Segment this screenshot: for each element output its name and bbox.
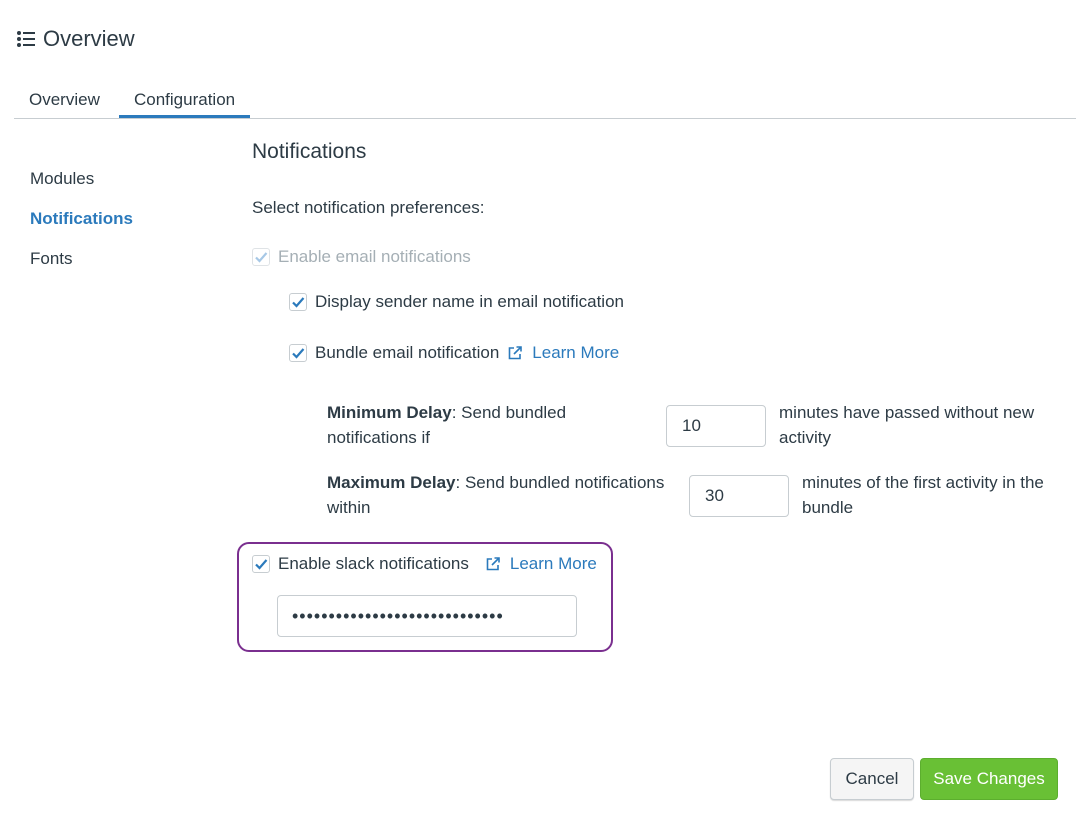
check-icon — [292, 297, 305, 308]
sender-name-label: Display sender name in email notificatio… — [315, 292, 624, 311]
nav-item-fonts[interactable]: Fonts — [30, 246, 133, 286]
min-delay-title: Minimum Delay — [327, 403, 452, 422]
bundle-checkbox[interactable] — [289, 344, 307, 362]
slack-label: Enable slack notifications — [278, 554, 469, 573]
external-link-icon — [508, 346, 523, 360]
check-icon — [255, 252, 268, 263]
nav-item-modules[interactable]: Modules — [30, 166, 133, 206]
page-title: Overview — [43, 26, 135, 51]
min-delay-input[interactable]: 10 — [666, 405, 766, 447]
slack-token-input[interactable]: ••••••••••••••••••••••••••••• — [277, 595, 577, 637]
tab-overview[interactable]: Overview — [14, 86, 115, 117]
check-icon — [255, 559, 268, 570]
slack-learn-more-link[interactable]: Learn More — [485, 554, 597, 574]
slack-checkbox[interactable] — [252, 555, 270, 573]
email-notifications-row: Enable email notifications — [252, 247, 471, 267]
max-delay-input[interactable]: 30 — [689, 475, 789, 517]
bundle-learn-more-link[interactable]: Learn More — [507, 343, 619, 363]
max-delay-description: Maximum Delay: Send bundled notification… — [327, 470, 672, 520]
tab-configuration[interactable]: Configuration — [119, 86, 251, 118]
bundle-learn-more-label: Learn More — [532, 343, 620, 362]
min-delay-description: Minimum Delay: Send bundled notification… — [327, 400, 627, 450]
sender-name-row: Display sender name in email notificatio… — [289, 292, 624, 312]
list-icon — [17, 31, 35, 47]
side-nav: Modules Notifications Fonts — [30, 166, 133, 286]
external-link-icon — [486, 557, 500, 571]
cancel-button[interactable]: Cancel — [830, 758, 914, 800]
sender-name-checkbox[interactable] — [289, 293, 307, 311]
page-header: Overview — [16, 26, 135, 52]
section-subtitle: Select notification preferences: — [252, 198, 485, 217]
bundle-label: Bundle email notification — [315, 343, 500, 362]
max-delay-after-text: minutes of the first activity in the bun… — [802, 473, 1044, 517]
section-title: Notifications — [252, 140, 367, 163]
slack-learn-more-label: Learn More — [509, 554, 597, 573]
max-delay-title: Maximum Delay — [327, 473, 456, 492]
slack-row: Enable slack notifications Learn More — [252, 554, 597, 574]
min-delay-after-text: minutes have passed without new activity — [779, 403, 1035, 447]
tab-bar: Overview Configuration — [14, 86, 1076, 119]
email-notifications-checkbox[interactable] — [252, 248, 270, 266]
settings-page: Overview Overview Configuration Modules … — [0, 0, 1092, 816]
check-icon — [292, 348, 305, 359]
nav-item-notifications[interactable]: Notifications — [30, 206, 133, 246]
bundle-row: Bundle email notification Learn More — [289, 343, 619, 363]
save-changes-button[interactable]: Save Changes — [920, 758, 1058, 800]
email-notifications-label: Enable email notifications — [278, 247, 471, 266]
